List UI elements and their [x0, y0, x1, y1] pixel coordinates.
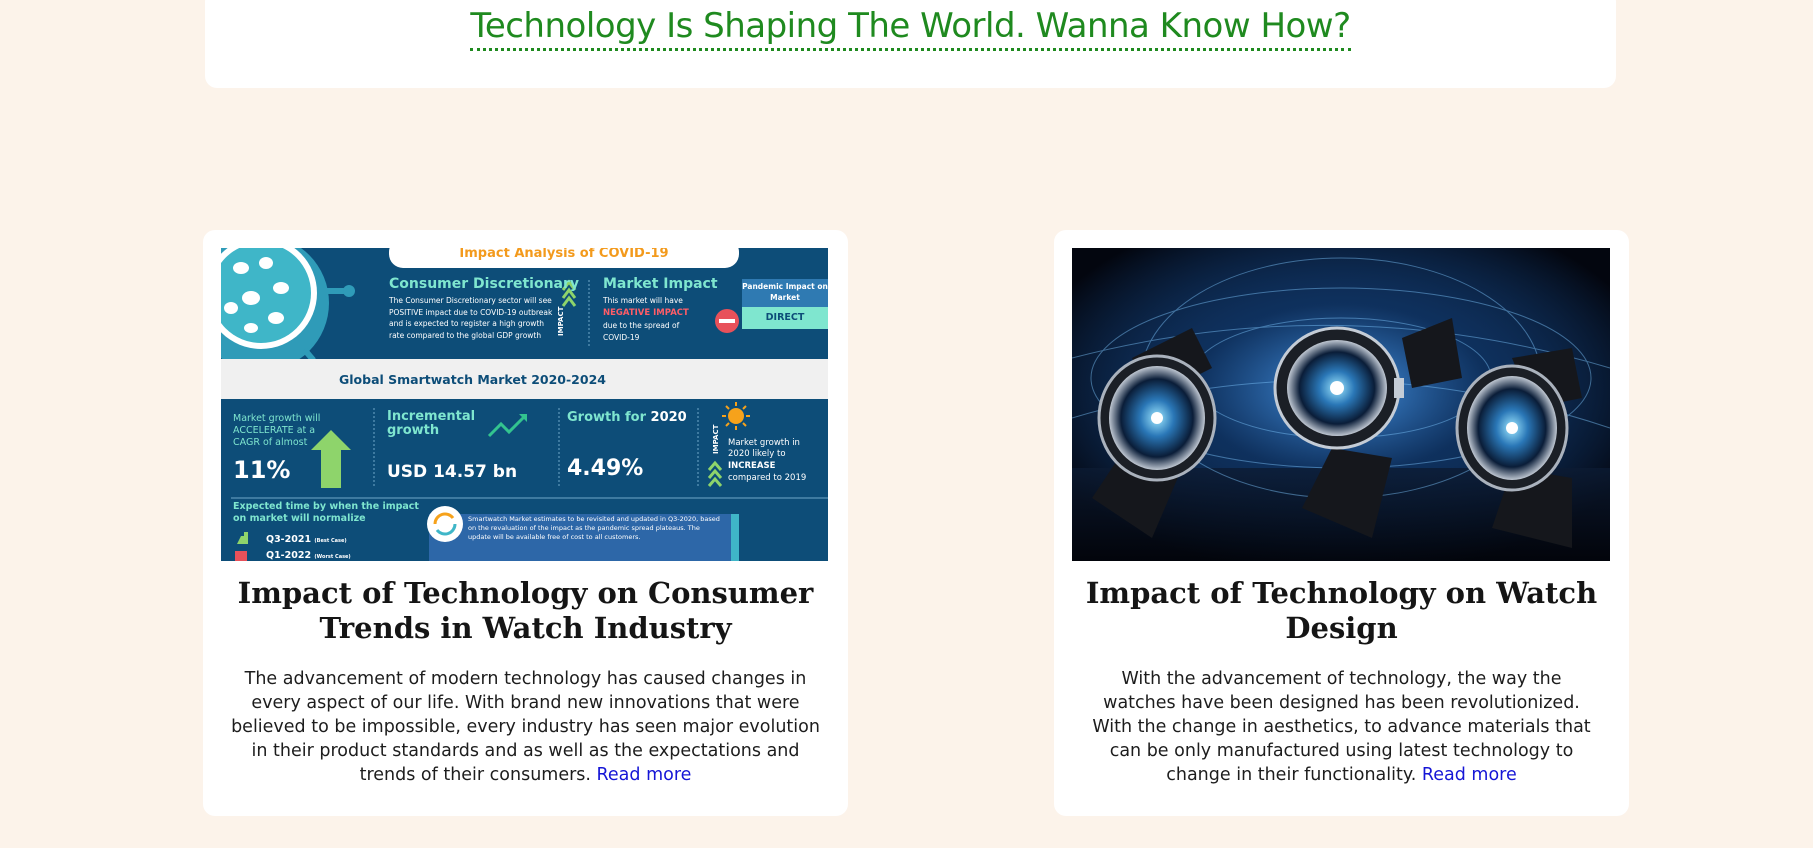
headline-text: Technology Is Shaping The World. Wanna K… [470, 6, 1351, 51]
headline-banner: Technology Is Shaping The World. Wanna K… [205, 0, 1616, 88]
watch-right [1455, 364, 1569, 492]
smartwatches-photo[interactable] [1072, 248, 1610, 561]
card-excerpt: The advancement of modern technology has… [231, 667, 820, 787]
ig-pandemic-label: Pandemic Impact on Market [742, 282, 828, 302]
read-more-link[interactable]: Read more [1422, 765, 1517, 785]
ig-best-case-value: Q3-2021 [266, 534, 312, 545]
ig-incremental-value: USD 14.57 bn [387, 462, 518, 482]
covid-impact-infographic[interactable]: Impact Analysis of COVID-19 Consumer Dis… [221, 248, 828, 561]
card-excerpt-text: The advancement of modern technology has… [231, 669, 820, 785]
ig-worst-case-note: (Worst Case) [314, 554, 351, 560]
ig-impact-label: IMPACT [557, 306, 565, 336]
ig-market-text-3: due to the spread of COVID-19 [603, 321, 680, 342]
ig-worst-case: Q1-2022 (Worst Case) [266, 550, 351, 561]
ig-band-title: Global Smartwatch Market 2020-2024 [339, 372, 606, 387]
ig-incremental-label: Incremental growth [387, 409, 476, 438]
ig-consumer-text: The Consumer Discretionary sector will s… [389, 296, 553, 340]
ig-cagr-value: 11% [233, 456, 291, 484]
ig-pandemic-value: DIRECT [765, 312, 805, 323]
smartwatches-illustration [1072, 248, 1610, 561]
ig-growth-value: 4.49% [567, 456, 644, 481]
ig-impact-label-2: IMPACT [712, 424, 720, 454]
ig-market-title: Market Impact [603, 276, 718, 292]
ig-increase-word: INCREASE [728, 461, 776, 471]
watch-left [1097, 354, 1217, 482]
ig-heading: Impact Analysis of COVID-19 [459, 248, 669, 261]
ig-market-text-2: NEGATIVE IMPACT [603, 308, 689, 318]
ig-increase-compare: compared to 2019 [728, 473, 807, 483]
headline-link[interactable]: Technology Is Shaping The World. Wanna K… [205, 6, 1616, 51]
ig-increase-text: Market growth in 2020 likely to [728, 438, 800, 459]
read-more-link[interactable]: Read more [597, 765, 692, 785]
ig-consumer-title: Consumer Discretionary [389, 276, 580, 292]
card-excerpt: With the advancement of technology, the … [1086, 667, 1597, 787]
ig-best-case: Q3-2021 (Best Case) [266, 534, 347, 545]
ig-worst-case-value: Q1-2022 [266, 550, 312, 561]
ig-normalize-text: Expected time by when the impact on mark… [233, 501, 419, 524]
ig-estimate-text: Smartwatch Market estimates to be revisi… [468, 515, 720, 541]
article-card-consumer-trends: Impact Analysis of COVID-19 Consumer Dis… [203, 230, 848, 816]
ig-market-text-1: This market will have [603, 296, 683, 305]
card-title: Impact of Technology on Watch Design [1085, 576, 1598, 645]
ig-cagr-text: Market growth will ACCELERATE at a CAGR … [233, 413, 321, 448]
ig-growth-label-text: Growth for [567, 410, 647, 425]
ig-growth-year: 2020 [650, 410, 687, 425]
article-card-watch-design: Impact of Technology on Watch Design Wit… [1054, 230, 1629, 816]
ig-growth-label: Growth for 2020 [567, 410, 687, 425]
ig-best-case-note: (Best Case) [314, 538, 347, 544]
card-title: Impact of Technology on Consumer Trends … [237, 576, 814, 645]
